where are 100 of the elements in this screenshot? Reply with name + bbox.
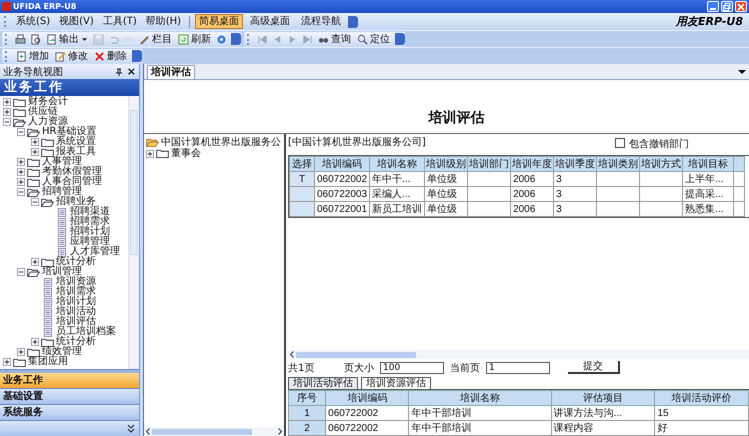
expand-icon[interactable] [31, 138, 39, 146]
output-button[interactable]: 输出 [45, 32, 89, 46]
print-icon[interactable] [15, 34, 26, 44]
tree-item[interactable]: 人事管理 [42, 157, 82, 167]
nav-section-button[interactable]: 业务工作 [0, 373, 139, 389]
column-header[interactable]: 培训级别 [424, 156, 468, 172]
tree-item[interactable]: 培训需求 [56, 287, 96, 297]
column-header[interactable]: 培训编码 [314, 156, 370, 172]
overflow-icon[interactable] [231, 33, 241, 45]
locate-button[interactable]: 定位 [356, 32, 391, 46]
collapse-icon[interactable] [3, 118, 11, 126]
tree-item[interactable]: 培训管理 [42, 267, 82, 277]
column-header[interactable]: 培训年度 [510, 156, 554, 172]
dropdown-icon[interactable] [738, 69, 746, 75]
tree-item[interactable]: 考勤休假管理 [42, 167, 102, 177]
tree-item[interactable]: 统计分析 [56, 257, 96, 267]
sub-tab[interactable]: 培训资源评估 [361, 377, 431, 389]
tree-item[interactable]: 系统设置 [56, 137, 96, 147]
menu-item[interactable]: 系统(S) [13, 14, 54, 28]
expand-icon[interactable] [17, 178, 25, 186]
tree-item[interactable]: 中国计算机世界出版服务公 [161, 137, 281, 148]
splitter-handle[interactable] [0, 369, 139, 373]
minimize-button[interactable] [707, 1, 719, 12]
tree-item[interactable]: 人事合同管理 [42, 177, 102, 187]
scrollbar[interactable] [288, 350, 749, 359]
tree-item[interactable]: 培训活动 [56, 307, 96, 317]
tree-item[interactable]: 报表工具 [56, 147, 96, 157]
help-icon[interactable] [216, 34, 227, 44]
column-header[interactable]: 选择 [290, 156, 314, 172]
column-header[interactable]: 培训方式 [640, 156, 683, 172]
refresh-button[interactable]: 刷新 [177, 32, 212, 46]
expand-icon[interactable] [31, 338, 39, 346]
tree-item[interactable]: 董事会 [171, 148, 201, 159]
desktop-tab[interactable]: 简易桌面 [195, 14, 244, 29]
tree-item[interactable]: 招聘计划 [70, 227, 110, 237]
expand-icon[interactable] [3, 98, 11, 106]
nav-section-button[interactable]: 基础设置 [0, 389, 139, 405]
column-header[interactable]: 培训编码 [326, 390, 409, 406]
scroll-left-icon[interactable] [290, 351, 294, 358]
submit-button[interactable]: 提交 [568, 361, 620, 374]
scrollbar[interactable] [128, 96, 139, 369]
desktop-tab[interactable]: 高级桌面 [246, 14, 294, 29]
menu-item[interactable]: 视图(V) [56, 14, 97, 28]
tree-item[interactable]: 集团应用 [28, 357, 68, 367]
tree-item[interactable]: 人才库管理 [70, 247, 120, 257]
tree-item[interactable]: 招聘需求 [70, 217, 110, 227]
restore-button[interactable] [721, 1, 733, 12]
menu-item[interactable]: 帮助(H) [142, 14, 184, 28]
pin-icon[interactable] [114, 68, 123, 76]
tree-item[interactable]: 招聘业务 [56, 197, 96, 207]
columns-button[interactable]: 栏目 [138, 32, 173, 46]
tree-item[interactable]: 绩效管理 [42, 347, 82, 357]
tree-item[interactable]: 培训计划 [56, 297, 96, 307]
preview-icon[interactable] [30, 34, 41, 44]
document-tab[interactable]: 培训评估 [147, 65, 195, 79]
tree-item[interactable]: 招聘管理 [42, 187, 82, 197]
column-header[interactable]: 培训名称 [370, 156, 425, 172]
column-header[interactable]: 培训活动评价 [654, 390, 748, 406]
collapse-icon[interactable] [17, 268, 25, 276]
desktop-tab[interactable]: 流程导航 [297, 14, 346, 29]
tree-item[interactable]: 人力资源 [28, 117, 68, 127]
tree-item[interactable]: 应聘管理 [70, 237, 110, 247]
checkbox[interactable] [615, 138, 625, 148]
column-header[interactable]: 培训名称 [408, 390, 552, 406]
tree-item[interactable]: 财务会计 [28, 97, 68, 107]
overflow-icon[interactable] [348, 16, 358, 28]
column-header[interactable]: 培训类别 [596, 156, 640, 172]
nav-section-button[interactable]: 系统服务 [0, 405, 139, 421]
tree-item[interactable]: 供应链 [28, 107, 58, 117]
add-button[interactable]: 增加 [15, 50, 50, 62]
edit-button[interactable]: 修改 [54, 50, 89, 62]
tree-item[interactable]: 培训资源 [56, 277, 96, 287]
tree-item[interactable]: HR基础设置 [42, 127, 96, 137]
close-button[interactable] [735, 1, 747, 12]
tree-item[interactable]: 培训评估 [56, 317, 96, 327]
page-size-field[interactable]: 100 [380, 362, 444, 374]
column-header[interactable]: 培训部门 [468, 156, 511, 172]
collapse-icon[interactable] [17, 188, 25, 196]
scroll-left-icon[interactable] [146, 428, 150, 435]
overflow-icon[interactable] [395, 33, 405, 45]
current-page-field[interactable]: 1 [486, 362, 550, 374]
expand-icon[interactable] [17, 158, 25, 166]
expand-icon[interactable] [17, 168, 25, 176]
column-header[interactable]: 序号 [288, 390, 326, 406]
tree-item[interactable]: 招聘渠道 [70, 207, 110, 217]
collapse-icon[interactable] [17, 128, 25, 136]
column-header[interactable]: 评估项目 [551, 390, 655, 406]
expand-icon[interactable] [31, 148, 39, 156]
overflow-icon[interactable] [132, 50, 142, 62]
scroll-right-icon[interactable] [278, 428, 282, 435]
scrollbar[interactable] [144, 427, 284, 436]
expand-icon[interactable] [17, 348, 25, 356]
expand-icon[interactable] [146, 150, 154, 158]
delete-button[interactable]: 删除 [93, 50, 128, 62]
expand-icon[interactable] [31, 258, 39, 266]
sub-tab[interactable]: 培训活动评估 [288, 377, 358, 389]
column-header[interactable]: 培训目标 [682, 156, 734, 172]
collapse-icon[interactable] [31, 198, 39, 206]
tree-item[interactable]: 员工培训档案 [56, 327, 116, 337]
tree-item[interactable]: 统计分析 [56, 337, 96, 347]
